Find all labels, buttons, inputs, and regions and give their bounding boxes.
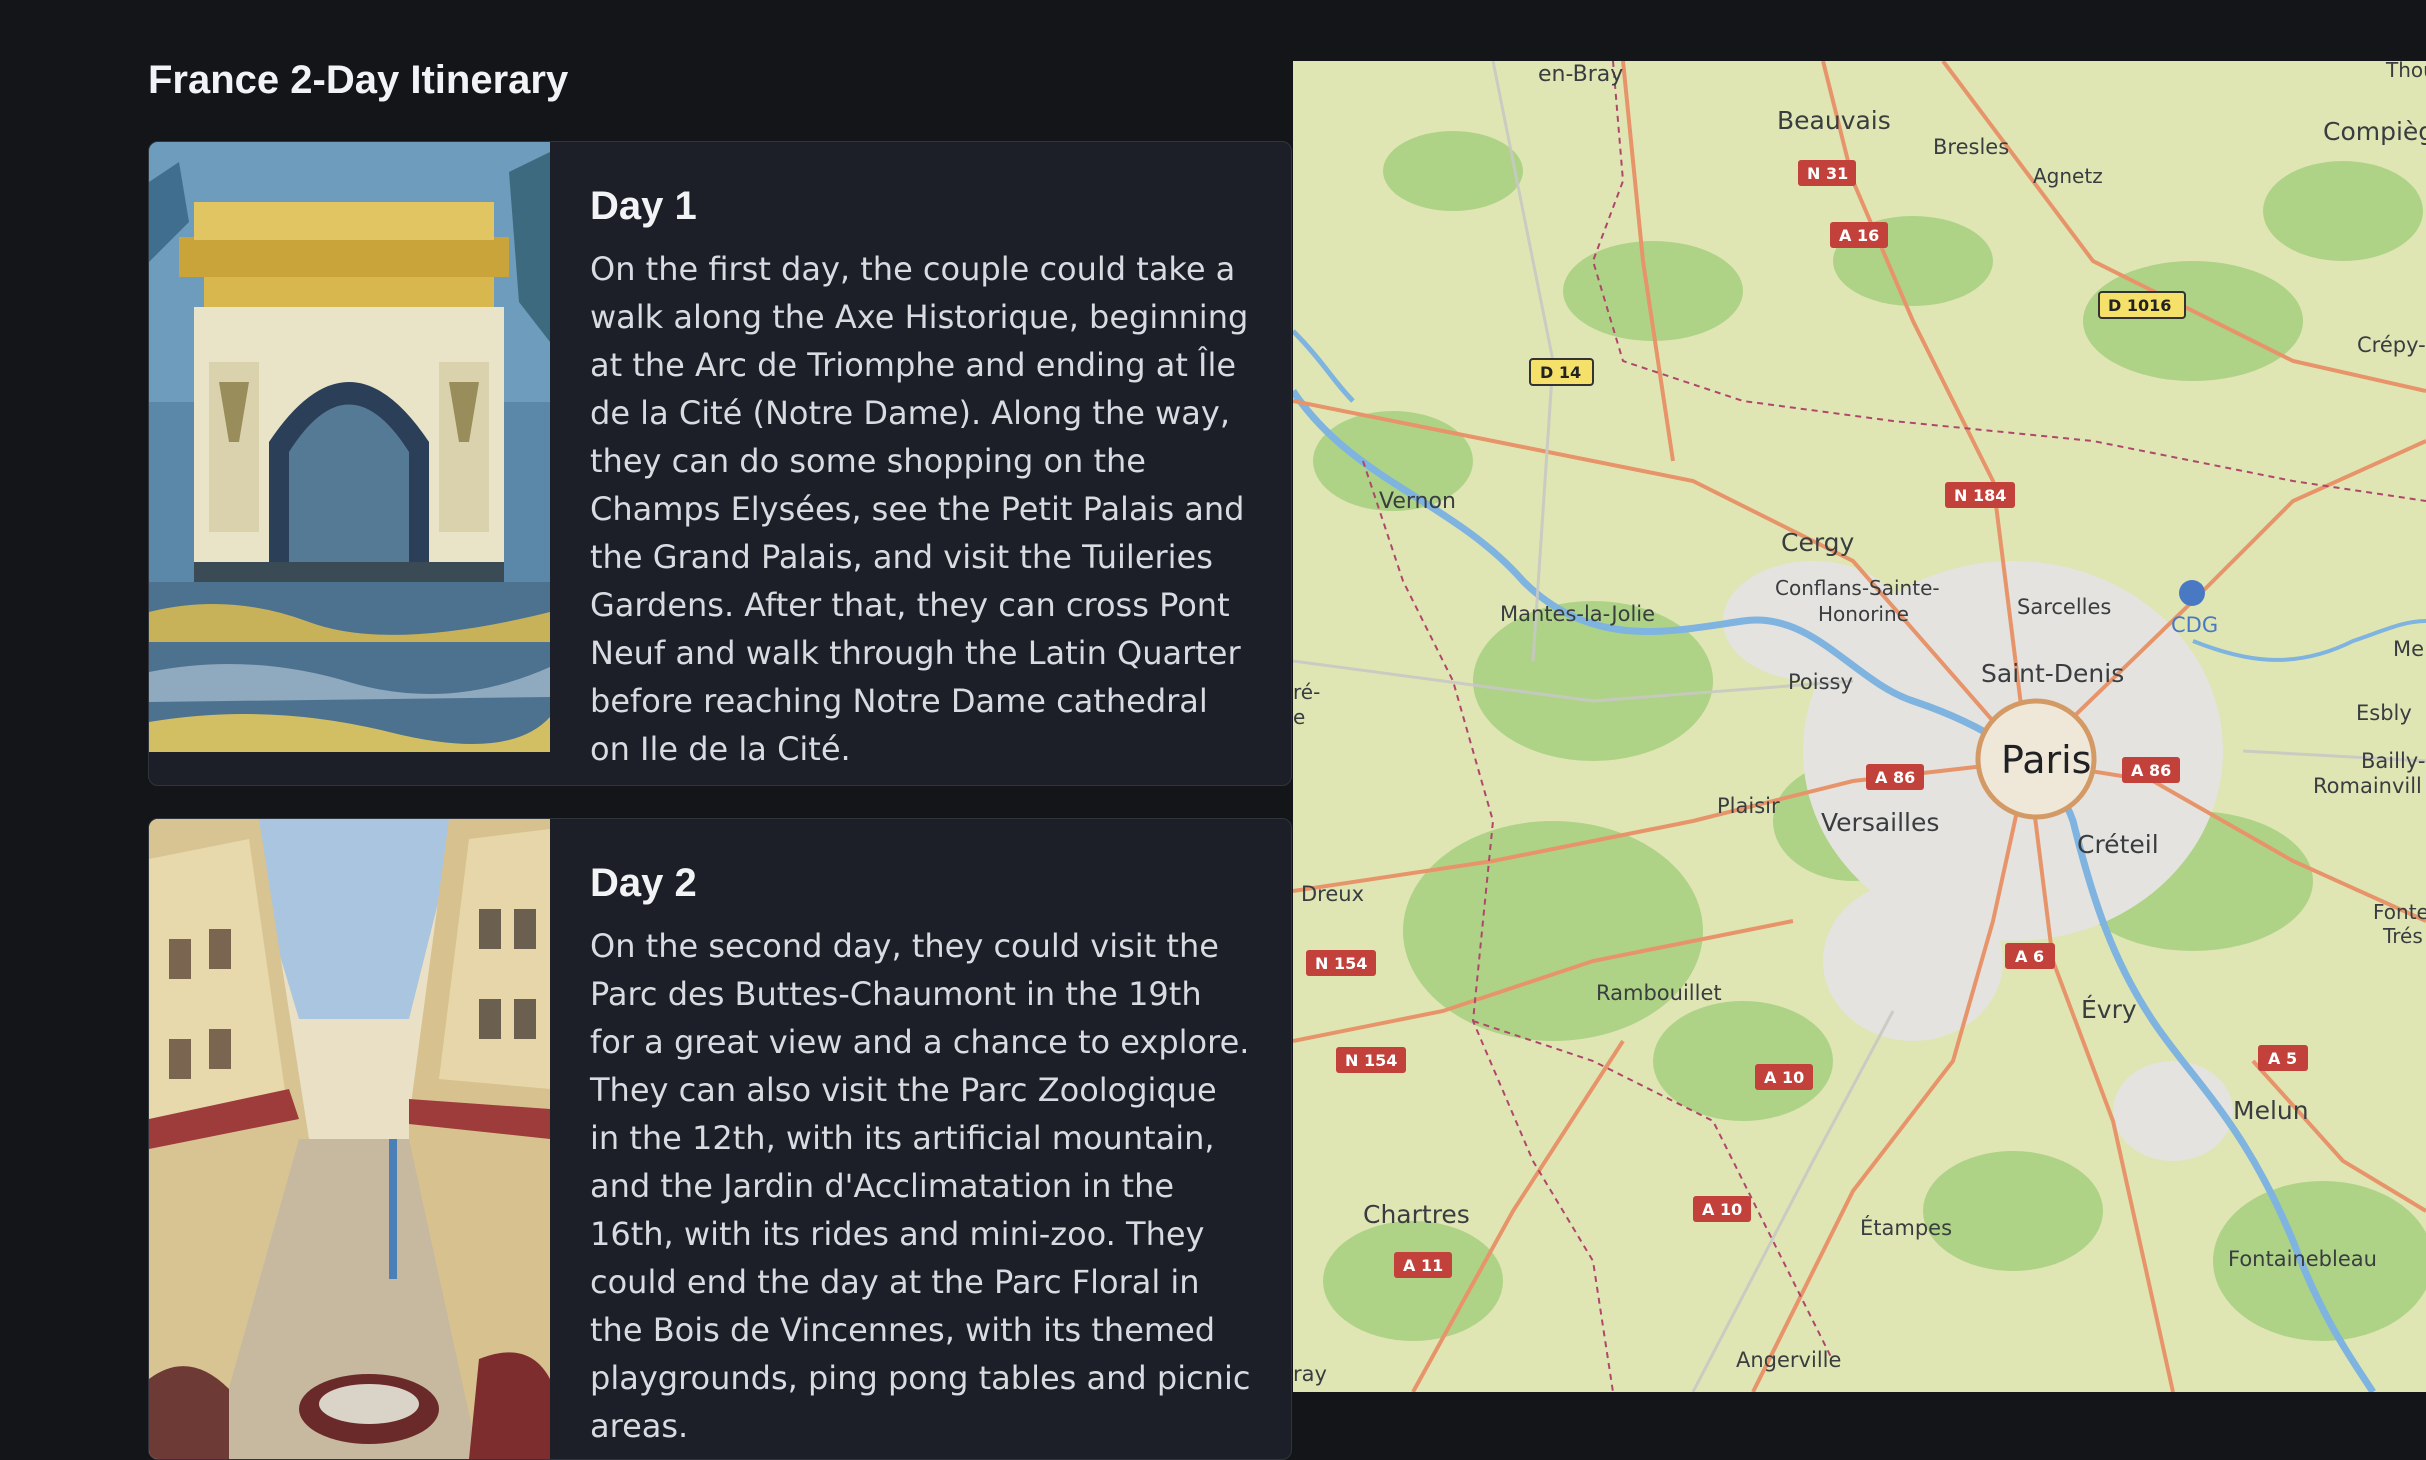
place-agnetz: Agnetz — [2033, 164, 2103, 188]
map-view[interactable]: en-Bray Beauvais Bresles Agnetz Compièg … — [1293, 61, 2426, 1392]
place-bresles: Bresles — [1933, 135, 2009, 159]
place-crepy: Crépy-e — [2357, 333, 2426, 357]
shield-a11: A 11 — [1394, 1252, 1452, 1278]
svg-text:N 154: N 154 — [1345, 1051, 1397, 1070]
shield-n154-north: N 154 — [1306, 950, 1376, 976]
svg-text:D 14: D 14 — [1540, 363, 1581, 382]
place-honorine: Honorine — [1818, 602, 1909, 626]
place-etampes: Étampes — [1860, 1215, 1952, 1240]
place-angerville: Angerville — [1736, 1348, 1841, 1372]
place-thou: Thou — [2385, 61, 2426, 82]
svg-text:N 154: N 154 — [1315, 954, 1367, 973]
place-conflans: Conflans-Sainte- — [1775, 576, 1940, 600]
place-bre2: e — [1293, 705, 1305, 729]
place-mantes: Mantes-la-Jolie — [1500, 602, 1655, 626]
shield-a10-north: A 10 — [1755, 1064, 1813, 1090]
airport-icon — [2179, 580, 2205, 606]
place-evry: Évry — [2081, 995, 2137, 1024]
svg-text:A 6: A 6 — [2015, 947, 2044, 966]
shield-a6: A 6 — [2005, 943, 2055, 969]
shield-a86-west: A 86 — [1866, 764, 1924, 790]
shield-a5: A 5 — [2258, 1045, 2308, 1071]
place-me: Me — [2393, 637, 2424, 661]
svg-text:A 16: A 16 — [1839, 226, 1879, 245]
shield-a10-south: A 10 — [1693, 1196, 1751, 1222]
place-cdg: CDG — [2171, 613, 2218, 637]
place-tres: Trés — [2382, 924, 2423, 948]
place-en-bray: en-Bray — [1538, 62, 1623, 87]
svg-text:A 5: A 5 — [2268, 1049, 2297, 1068]
place-ray: ray — [1293, 1362, 1327, 1386]
place-bre: ré- — [1293, 680, 1320, 704]
paris-street-image — [149, 819, 550, 1459]
svg-text:A 10: A 10 — [1764, 1068, 1804, 1087]
shield-n31: N 31 — [1798, 160, 1856, 186]
day-2-title: Day 2 — [590, 861, 697, 905]
place-paris: Paris — [2001, 738, 2091, 782]
place-versailles: Versailles — [1821, 808, 1939, 837]
shield-d1016: D 1016 — [2098, 291, 2186, 319]
place-rambouillet: Rambouillet — [1596, 981, 1722, 1005]
place-vernon: Vernon — [1379, 489, 1456, 514]
svg-text:A 86: A 86 — [1875, 768, 1915, 787]
shield-n184: N 184 — [1945, 482, 2015, 508]
day-card-2: Day 2 On the second day, they could visi… — [148, 818, 1292, 1460]
svg-text:N 184: N 184 — [1954, 486, 2006, 505]
place-esbly: Esbly — [2356, 701, 2412, 725]
place-beauvais: Beauvais — [1777, 106, 1891, 135]
shield-n154-south: N 154 — [1336, 1047, 1406, 1073]
shield-d14: D 14 — [1529, 358, 1594, 386]
svg-text:A 86: A 86 — [2131, 761, 2171, 780]
place-bailly: Bailly- — [2361, 749, 2425, 773]
place-fonte: Fonte — [2373, 900, 2426, 924]
shield-a16: A 16 — [1830, 222, 1888, 248]
place-creteil: Créteil — [2077, 830, 2159, 859]
place-cergy: Cergy — [1781, 528, 1855, 557]
day-2-description: On the second day, they could visit the … — [590, 927, 1251, 1445]
place-plaisir: Plaisir — [1717, 794, 1780, 818]
place-melun: Melun — [2233, 1096, 2309, 1125]
day-card-1: Day 1 On the first day, the couple could… — [148, 141, 1292, 786]
shield-a86-east: A 86 — [2122, 757, 2180, 783]
svg-text:N 31: N 31 — [1807, 164, 1848, 183]
place-fontainebleau: Fontainebleau — [2228, 1247, 2377, 1271]
place-compiegne: Compièg — [2323, 117, 2426, 146]
place-romainvill: Romainvill — [2313, 774, 2422, 798]
svg-text:D 1016: D 1016 — [2108, 296, 2171, 315]
arc-de-triomphe-image — [149, 142, 550, 752]
place-sarcelles: Sarcelles — [2017, 595, 2111, 619]
place-dreux: Dreux — [1301, 882, 1364, 906]
place-chartres: Chartres — [1363, 1200, 1470, 1229]
place-saint-denis: Saint-Denis — [1981, 659, 2124, 688]
place-poissy: Poissy — [1788, 670, 1853, 694]
svg-text:A 11: A 11 — [1403, 1256, 1443, 1275]
svg-text:A 10: A 10 — [1702, 1200, 1742, 1219]
page-title: France 2-Day Itinerary — [148, 58, 569, 102]
day-1-description: On the first day, the couple could take … — [590, 250, 1249, 768]
day-1-title: Day 1 — [590, 184, 697, 228]
map-canvas[interactable]: en-Bray Beauvais Bresles Agnetz Compièg … — [1293, 61, 2426, 1392]
